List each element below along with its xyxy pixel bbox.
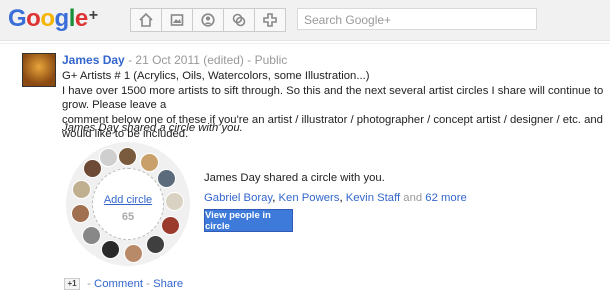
- home-button[interactable]: [130, 8, 162, 32]
- post-date[interactable]: 21 Oct 2011 (edited): [135, 53, 244, 67]
- person-link[interactable]: Kevin Staff: [346, 192, 400, 204]
- member-avatar: [140, 153, 159, 172]
- logo-letter: g: [54, 5, 70, 32]
- post-line: G+ Artists # 1 (Acrylics, Oils, Watercol…: [62, 70, 370, 82]
- top-bar: Google+ Search Google+: [0, 0, 610, 41]
- circles-icon: [232, 13, 246, 27]
- view-people-button[interactable]: View people in circle: [204, 209, 293, 232]
- separator: -: [247, 53, 252, 67]
- profile-button[interactable]: [192, 8, 224, 32]
- person-link[interactable]: Gabriel Boray: [204, 192, 272, 204]
- games-button[interactable]: [254, 8, 286, 32]
- shared-circle-line: James Day shared a circle with you.: [62, 122, 243, 134]
- logo-letter: o: [40, 5, 55, 32]
- circle-people-list: Gabriel Boray, Ken Powers, Kevin Staff a…: [204, 192, 467, 204]
- share-link[interactable]: Share: [153, 278, 183, 290]
- photos-button[interactable]: [161, 8, 193, 32]
- member-avatar: [157, 169, 176, 188]
- separator: -: [87, 278, 91, 290]
- member-avatar: [146, 235, 165, 254]
- member-avatar: [118, 147, 137, 166]
- person-link[interactable]: Ken Powers: [279, 192, 340, 204]
- logo-letter: G: [8, 5, 27, 32]
- post-actions: +1 - Comment - Share: [64, 278, 183, 291]
- shared-circle-widget[interactable]: Add circle 65: [66, 142, 190, 266]
- photos-icon: [170, 14, 184, 26]
- separator: -: [146, 278, 150, 290]
- circle-share-title: James Day shared a circle with you.: [204, 172, 385, 184]
- logo-letter: o: [26, 5, 41, 32]
- circles-button[interactable]: [223, 8, 255, 32]
- logo-letter: e: [74, 5, 88, 32]
- logo-plus: +: [88, 7, 98, 24]
- author-link[interactable]: James Day: [62, 53, 125, 67]
- separator: -: [128, 53, 133, 67]
- games-icon: [263, 13, 277, 27]
- avatar[interactable]: [22, 53, 56, 87]
- home-icon: [139, 13, 153, 27]
- member-avatar: [99, 148, 118, 167]
- visibility-label[interactable]: Public: [255, 53, 288, 67]
- search-input[interactable]: Search Google+: [297, 8, 537, 30]
- comment-link[interactable]: Comment: [94, 278, 143, 290]
- member-avatar: [82, 226, 101, 245]
- plus-one-button[interactable]: +1: [64, 278, 80, 291]
- circle-count: 65: [121, 211, 135, 223]
- member-avatar: [124, 244, 143, 263]
- google-plus-logo[interactable]: Google+: [8, 5, 98, 33]
- nav-bar: [130, 8, 286, 32]
- and-text: and: [403, 192, 423, 204]
- profile-icon: [201, 13, 215, 27]
- more-people-link[interactable]: 62 more: [425, 192, 466, 204]
- member-avatar: [101, 240, 120, 259]
- post-meta: James Day - 21 Oct 2011 (edited) - Publi…: [62, 53, 287, 67]
- post-card: James Day - 21 Oct 2011 (edited) - Publi…: [0, 43, 610, 298]
- post-line: I have over 1500 more artists to sift th…: [62, 84, 604, 112]
- add-circle-link[interactable]: Add circle: [66, 194, 190, 206]
